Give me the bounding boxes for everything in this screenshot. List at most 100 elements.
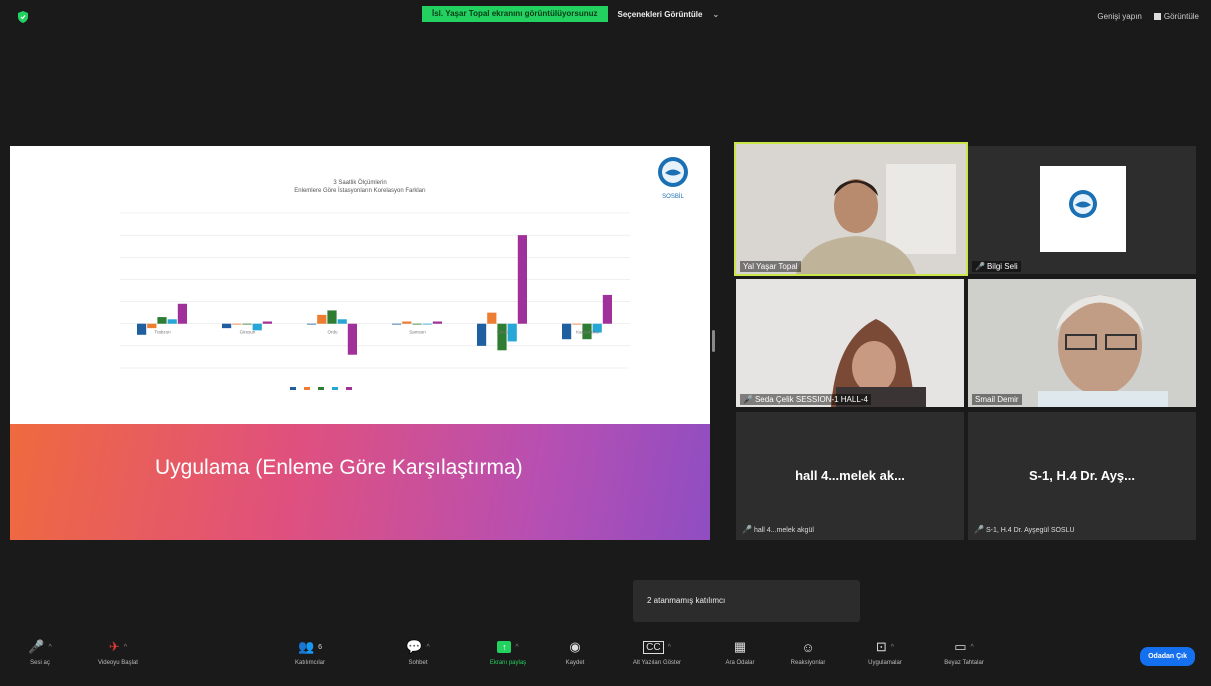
chart-bar xyxy=(307,323,317,325)
participant-name: Smail Demir xyxy=(972,394,1022,405)
chart-bar xyxy=(232,323,242,325)
chat-button[interactable]: 💬 ^ Sohbet xyxy=(398,638,438,666)
legend-item xyxy=(318,386,326,392)
participant-name: Yal Yaşar Topal xyxy=(740,261,801,272)
video-tile-bilgi-seli[interactable]: 🎤 Bilgi Seli xyxy=(968,146,1196,274)
share-status-bar: İsl. Yaşar Topal ekranını görüntülüyorsu… xyxy=(422,6,719,22)
chart-bar xyxy=(507,323,517,342)
share-notice: İsl. Yaşar Topal ekranını görüntülüyorsu… xyxy=(422,6,608,22)
cc-icon: CC xyxy=(643,640,664,654)
legend-swatch xyxy=(346,387,352,391)
chart-bar xyxy=(177,303,187,324)
chart-bar xyxy=(602,294,612,324)
participant-name: 🎤 hall 4...melek akgül xyxy=(742,525,814,534)
sosbil-logo: SOSBİL xyxy=(658,157,688,200)
reactions-button[interactable]: ☺ Reaksiyonlar xyxy=(788,638,828,667)
chart-bar xyxy=(487,312,497,324)
chart-bar xyxy=(432,321,442,324)
chart-bar xyxy=(327,310,337,324)
chart-bar xyxy=(572,323,582,325)
video-tile-melek-akgul[interactable]: hall 4...melek ak... 🎤 hall 4...melek akg… xyxy=(736,412,964,540)
x-tick-label: Ordu xyxy=(327,330,338,335)
legend-item xyxy=(304,386,312,392)
view-label: Görüntüle xyxy=(1163,12,1199,21)
view-options-button[interactable]: Seçenekleri Görüntüle xyxy=(608,10,713,19)
mic-muted-icon: 🎤 xyxy=(742,525,752,534)
chevron-down-icon[interactable]: ⌄ xyxy=(712,10,719,19)
chart-bar xyxy=(157,317,167,324)
apps-button[interactable]: ⊡ ^ Uygulamalar xyxy=(860,638,910,666)
video-tile-yasar-topal[interactable]: Yal Yaşar Topal xyxy=(734,142,968,276)
chevron-up-icon[interactable]: ^ xyxy=(891,644,894,651)
chart-title-line1: 3 Saatlik Ölçümlerin xyxy=(333,180,387,186)
chart-bar xyxy=(262,321,272,324)
chart-bar xyxy=(392,323,402,325)
shield-icon[interactable] xyxy=(16,10,30,24)
mic-muted-icon: 🎤 xyxy=(975,262,985,271)
whiteboard-button[interactable]: ▭ ^ Beyaz Tahtalar xyxy=(936,638,992,666)
chart-bar xyxy=(477,323,487,346)
leave-meeting-button[interactable]: Odadan Çık xyxy=(1140,647,1195,666)
shared-screen: 3 Saatlik Ölçümlerin Enlemlere Göre İsta… xyxy=(10,146,710,540)
chart-bar xyxy=(147,323,157,329)
audio-button[interactable]: 🎤 ^ Sesi aç xyxy=(20,638,60,666)
people-icon: 👥 xyxy=(297,639,315,654)
chart-bar xyxy=(497,323,507,351)
mic-muted-icon: 🎤 xyxy=(743,395,753,404)
share-screen-icon: ↑ xyxy=(497,641,512,653)
video-button[interactable]: ✈ ^ Videoyu Başlat xyxy=(88,638,148,666)
panel-resize-handle[interactable] xyxy=(712,330,715,352)
mic-muted-icon: 🎤 xyxy=(974,525,984,534)
unassigned-participants-tooltip: 2 atanmamış katılımcı xyxy=(633,580,860,622)
chart-legend xyxy=(290,386,354,392)
x-tick-label: Samsun xyxy=(409,330,426,335)
share-screen-button[interactable]: ↑ ^ Ekranı paylaş xyxy=(482,638,534,666)
chevron-up-icon[interactable]: ^ xyxy=(48,644,51,651)
chart-bar xyxy=(242,323,252,325)
captions-button[interactable]: CC ^ Alt Yazıları Göster xyxy=(622,638,692,666)
video-tile-aysegul-soslu[interactable]: S-1, H.4 Dr. Ayş... 🎤 S-1, H.4 Dr. Ayşegü… xyxy=(968,412,1196,540)
participant-video xyxy=(968,279,1196,407)
chevron-up-icon[interactable]: ^ xyxy=(426,644,429,651)
mic-muted-icon: 🎤 xyxy=(28,639,45,654)
whiteboard-icon: ▭ xyxy=(954,639,967,654)
participant-video xyxy=(736,279,964,407)
slide-banner-title: Uygulama (Enleme Göre Karşılaştırma) xyxy=(155,456,523,479)
reactions-icon: ☺ xyxy=(801,639,815,655)
view-button[interactable]: Görüntüle xyxy=(1153,12,1199,21)
chevron-up-icon[interactable]: ^ xyxy=(971,644,974,651)
chart-title-line2: Enlemlere Göre İstasyonların Korelasyon … xyxy=(294,188,426,194)
x-tick-label: Kastamonu xyxy=(576,330,599,335)
legend-swatch xyxy=(304,387,310,391)
participant-display-name: hall 4...melek ak... xyxy=(795,468,905,483)
video-tile-smail-demir[interactable]: Smail Demir xyxy=(968,279,1196,407)
chevron-up-icon[interactable]: ^ xyxy=(124,644,127,651)
chevron-up-icon[interactable]: ^ xyxy=(668,644,671,651)
chart-bar xyxy=(412,323,422,325)
chart-bar xyxy=(402,321,412,324)
record-icon: ◉ xyxy=(569,639,581,654)
sosbil-logo xyxy=(1069,190,1097,218)
chart-bar xyxy=(347,323,357,355)
chat-icon: 💬 xyxy=(406,639,423,654)
logo-text: SOSBİL xyxy=(662,193,684,200)
breakout-rooms-button[interactable]: ▦ Ara Odalar xyxy=(720,638,760,666)
participant-name: 🎤 S-1, H.4 Dr. Ayşegül SOSLU xyxy=(974,525,1075,534)
legend-swatch xyxy=(332,387,338,391)
chart-bar xyxy=(167,319,177,324)
x-tick-label: Giresun xyxy=(240,330,256,335)
chevron-up-icon[interactable]: ^ xyxy=(515,644,518,651)
record-button[interactable]: ◉ Kaydet xyxy=(560,638,590,666)
grid-icon xyxy=(1153,13,1161,21)
chart-bar xyxy=(562,323,572,340)
x-tick-label: Sinop xyxy=(497,330,509,335)
participants-button[interactable]: 👥 6 Katılımcılar xyxy=(290,638,330,666)
tooltip-text: 2 atanmamış katılımcı xyxy=(647,596,726,605)
bar-chart: Trabzon Giresun Ordu Samsun Sinop Kastamonu xyxy=(120,212,630,369)
participant-name: 🎤 Bilgi Seli xyxy=(972,261,1021,272)
exit-fullscreen-button[interactable]: Genişi yapın xyxy=(1097,12,1141,21)
video-tile-seda-celik[interactable]: 🎤 Seda Çelik SESSION-1 HALL-4 xyxy=(736,279,964,407)
participant-display-name: S-1, H.4 Dr. Ayş... xyxy=(1029,468,1135,483)
participants-count: 6 xyxy=(318,643,323,651)
apps-icon: ⊡ xyxy=(875,639,887,654)
